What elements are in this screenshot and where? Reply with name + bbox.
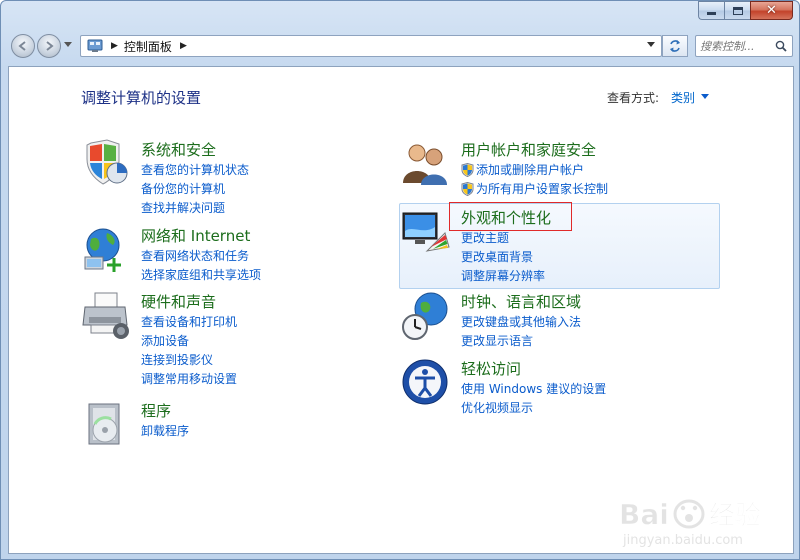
users-icon: [403, 144, 447, 185]
breadcrumb-separator-icon[interactable]: ▶: [180, 41, 187, 51]
ease-of-access-icon: [402, 359, 448, 405]
refresh-button[interactable]: [662, 35, 688, 57]
control-panel-window: ✕ ▶ 控制面板 ▶ 搜索控制... 调整计算机的设置 查看方式: 类别 系统和…: [0, 0, 800, 560]
caption-buttons: ✕: [698, 1, 793, 20]
link-desktop-background[interactable]: 更改桌面背景: [461, 248, 545, 267]
clock-globe-icon: [402, 292, 448, 340]
control-panel-icon: [87, 39, 103, 52]
category-links: 查看网络状态和任务 选择家庭组和共享选项: [141, 247, 261, 285]
uac-shield-icon: [461, 163, 474, 177]
link-network-status[interactable]: 查看网络状态和任务: [141, 247, 261, 266]
back-button[interactable]: [11, 34, 35, 58]
category-links: 查看您的计算机状态 备份您的计算机 查找并解决问题: [141, 161, 249, 218]
address-history-chevron-down-icon[interactable]: [647, 42, 655, 48]
svg-text:jingyan.baidu.com: jingyan.baidu.com: [622, 533, 743, 548]
link-parental-controls[interactable]: 为所有用户设置家长控制: [461, 180, 608, 199]
link-view-computer-status[interactable]: 查看您的计算机状态: [141, 161, 249, 180]
category-title[interactable]: 时钟、语言和区域: [461, 291, 581, 312]
content-pane: 调整计算机的设置 查看方式: 类别 系统和安全 查看您的计算机状态 备份您的计算…: [8, 66, 794, 554]
category-title[interactable]: 程序: [141, 400, 171, 421]
link-mobility-settings[interactable]: 调整常用移动设置: [141, 370, 237, 389]
chevron-down-icon[interactable]: [701, 94, 709, 99]
address-bar[interactable]: ▶ 控制面板 ▶: [80, 35, 662, 57]
uac-shield-icon: [461, 182, 474, 196]
programs-disc-icon: [88, 403, 120, 445]
view-by-label: 查看方式:: [607, 91, 660, 105]
navigation-bar: ▶ 控制面板 ▶: [9, 31, 793, 61]
breadcrumb-control-panel[interactable]: 控制面板: [124, 38, 172, 55]
system-security-shield-icon: [86, 139, 128, 185]
category-links: 卸载程序: [141, 422, 189, 441]
minimize-button[interactable]: [698, 1, 724, 20]
arrow-right-icon: [46, 41, 54, 51]
search-box: [695, 35, 793, 57]
category-links: 使用 Windows 建议的设置 优化视频显示: [461, 380, 606, 418]
link-label: 添加或删除用户帐户: [476, 163, 585, 177]
category-links: 更改主题 更改桌面背景 调整屏幕分辨率: [461, 229, 545, 286]
link-change-theme[interactable]: 更改主题: [461, 229, 545, 248]
link-add-device[interactable]: 添加设备: [141, 332, 237, 351]
breadcrumb-separator-icon[interactable]: ▶: [111, 41, 118, 51]
category-title[interactable]: 硬件和声音: [141, 291, 216, 312]
link-homegroup-sharing[interactable]: 选择家庭组和共享选项: [141, 266, 261, 285]
svg-text:经验: 经验: [709, 500, 761, 531]
category-title[interactable]: 系统和安全: [141, 139, 216, 160]
refresh-icon: [670, 40, 680, 52]
close-button[interactable]: ✕: [750, 1, 793, 20]
link-add-remove-users[interactable]: 添加或删除用户帐户: [461, 161, 608, 180]
category-title[interactable]: 轻松访问: [461, 358, 521, 379]
close-icon: ✕: [766, 3, 777, 18]
link-screen-resolution[interactable]: 调整屏幕分辨率: [461, 267, 545, 286]
link-troubleshoot[interactable]: 查找并解决问题: [141, 199, 249, 218]
search-input[interactable]: [700, 36, 774, 56]
monitor-palette-icon: [402, 212, 450, 252]
link-optimize-video-display[interactable]: 优化视频显示: [461, 399, 606, 418]
link-devices-printers[interactable]: 查看设备和打印机: [141, 313, 237, 332]
network-globe-icon: [84, 228, 121, 272]
search-icon[interactable]: [775, 40, 787, 52]
recent-pages-chevron-down-icon[interactable]: [64, 42, 72, 48]
link-uninstall-program[interactable]: 卸载程序: [141, 422, 189, 441]
forward-button[interactable]: [37, 34, 61, 58]
link-backup-computer[interactable]: 备份您的计算机: [141, 180, 249, 199]
printer-icon: [82, 292, 129, 339]
view-by-dropdown[interactable]: 类别: [671, 89, 695, 106]
baidu-jingyan-watermark-logo: Bai 经验 jingyan.baidu.com: [619, 498, 761, 548]
category-links: 更改键盘或其他输入法 更改显示语言: [461, 313, 581, 351]
link-windows-suggested-settings[interactable]: 使用 Windows 建议的设置: [461, 380, 606, 399]
category-links: 查看设备和打印机 添加设备 连接到投影仪 调整常用移动设置: [141, 313, 237, 389]
maximize-button[interactable]: [724, 1, 750, 20]
category-links: 添加或删除用户帐户 为所有用户设置家长控制: [461, 161, 608, 199]
link-change-display-language[interactable]: 更改显示语言: [461, 332, 581, 351]
link-change-input-method[interactable]: 更改键盘或其他输入法: [461, 313, 581, 332]
category-title[interactable]: 网络和 Internet: [141, 225, 250, 246]
annotation-highlight-box: [449, 202, 572, 231]
page-title: 调整计算机的设置: [81, 89, 202, 107]
minimize-icon: [707, 12, 716, 15]
maximize-icon: [732, 6, 743, 15]
arrow-left-icon: [18, 41, 26, 51]
svg-text:Bai: Bai: [619, 498, 669, 531]
link-label: 为所有用户设置家长控制: [476, 182, 609, 196]
link-connect-projector[interactable]: 连接到投影仪: [141, 351, 237, 370]
category-title[interactable]: 用户帐户和家庭安全: [461, 139, 596, 160]
